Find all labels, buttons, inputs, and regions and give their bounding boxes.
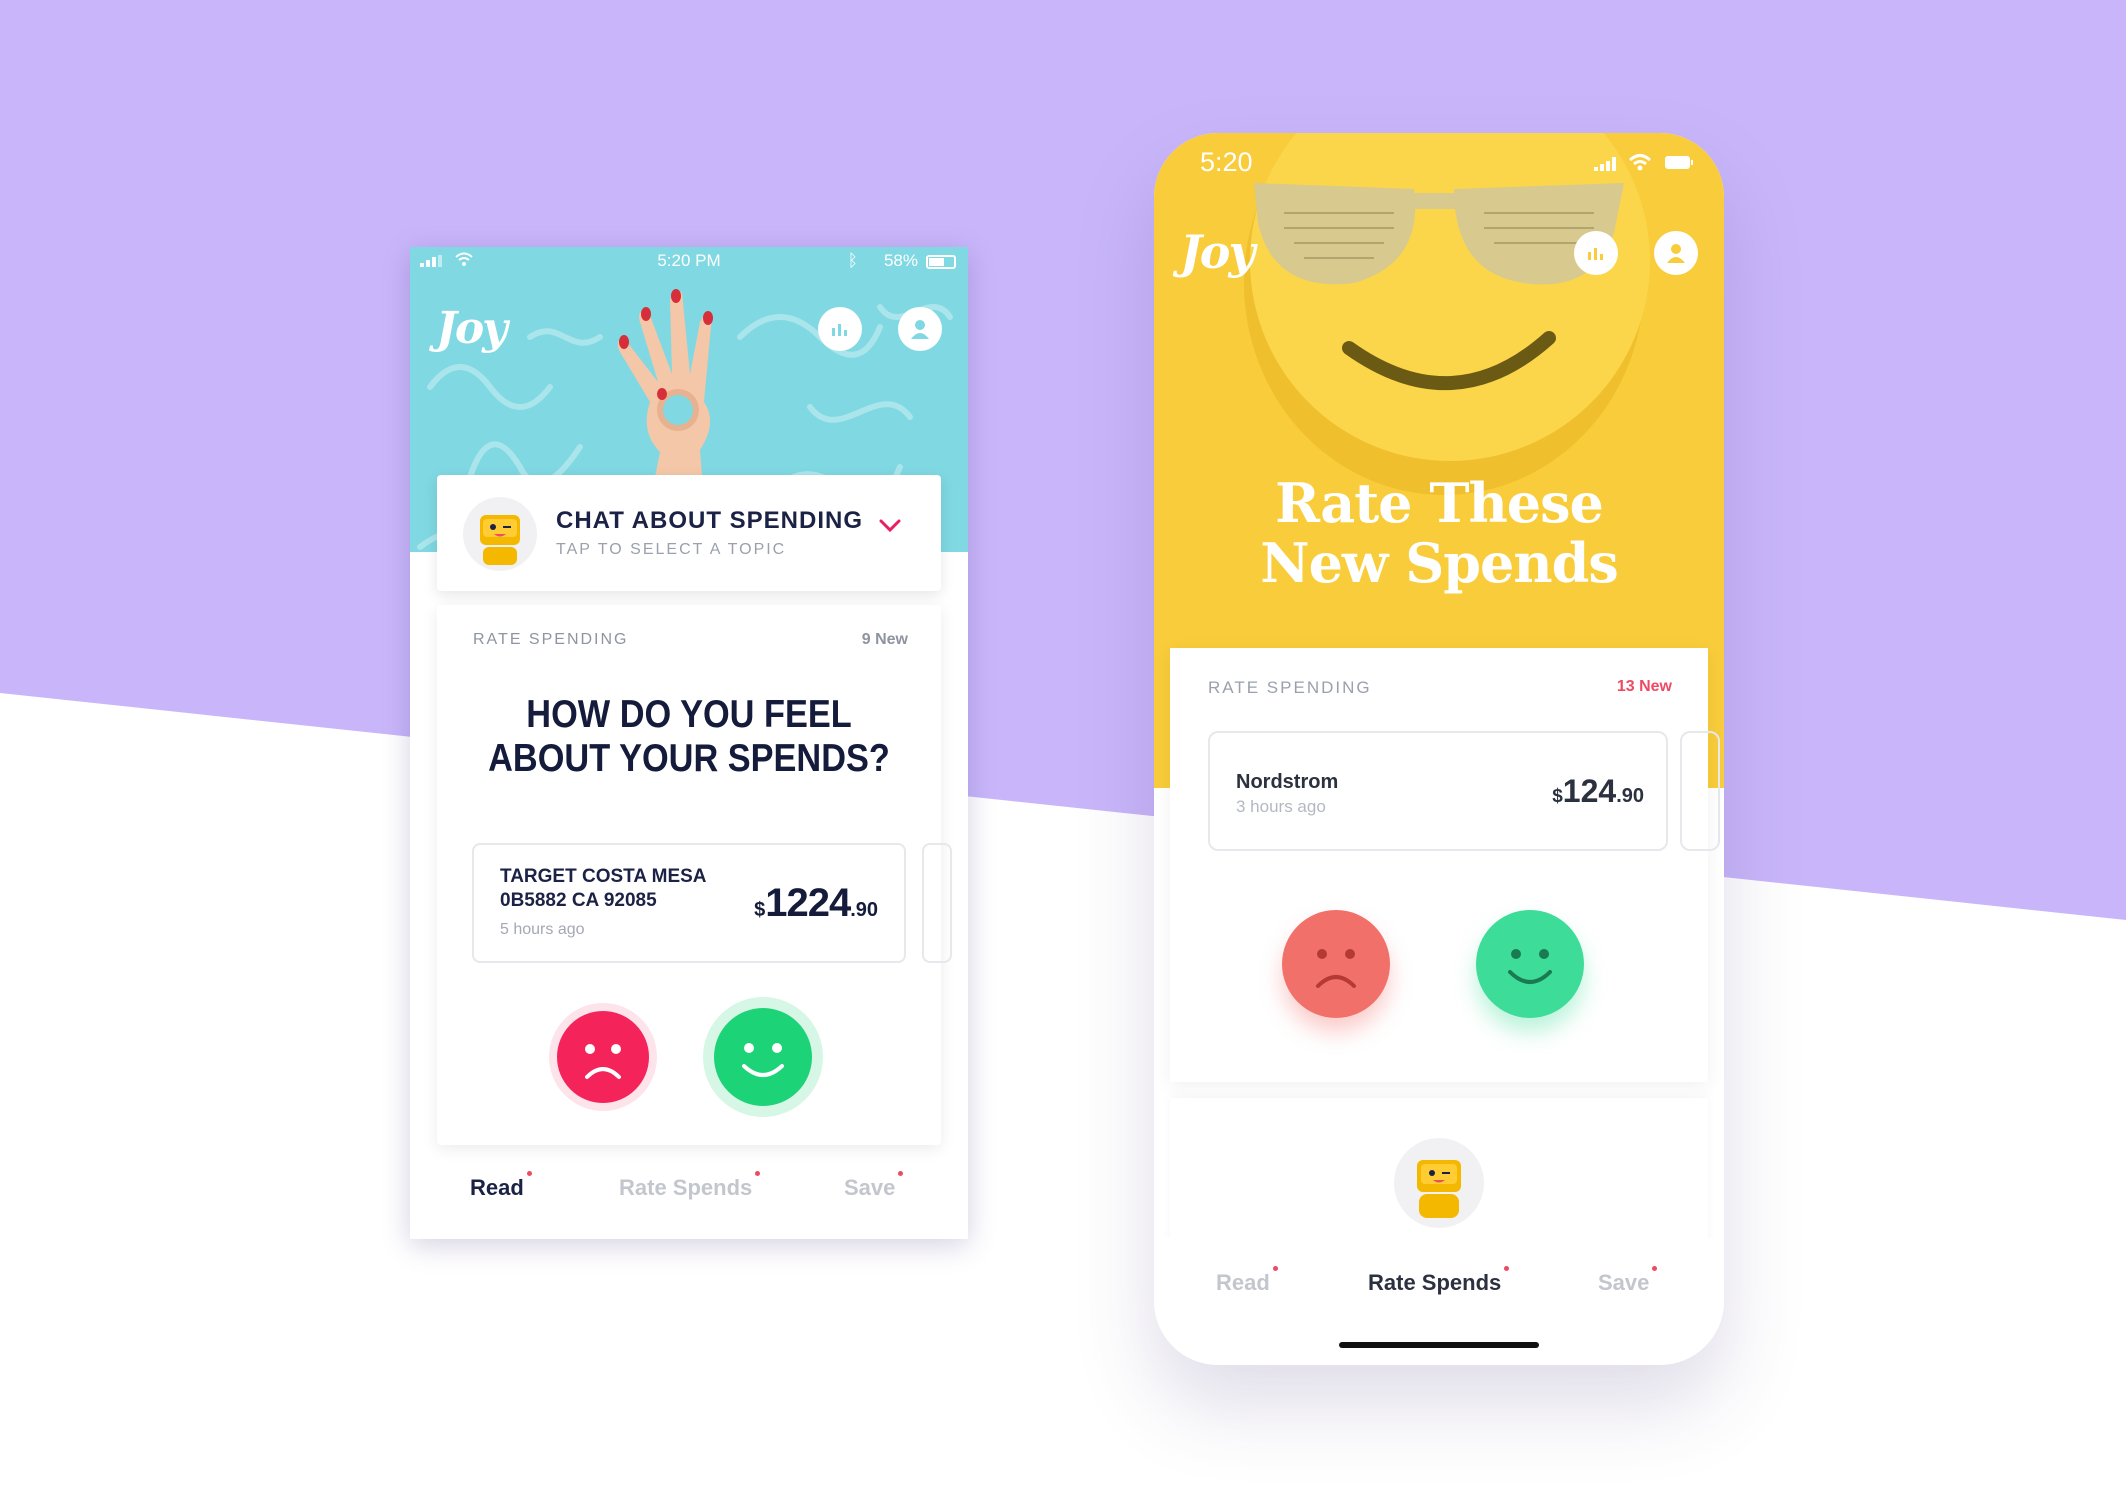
new-count-badge: 13 New: [1616, 678, 1672, 695]
background: [0, 0, 2126, 920]
left-phone-screen: 5:20 PM ᛒ 58% Joy CHAT ABOUT SPENDING TA…: [410, 247, 968, 1239]
amount-whole: 1224: [765, 881, 851, 925]
sad-face-icon: [557, 1011, 649, 1103]
tab-save[interactable]: Save: [844, 1171, 904, 1201]
battery-icon: [926, 255, 956, 269]
status-time: 5:20: [1200, 147, 1253, 177]
amount-cents: .90: [850, 899, 878, 921]
bottom-tab-bar: Read Rate Spends Save: [410, 1171, 968, 1235]
joy-logo: Joy: [1180, 225, 1255, 279]
new-count-badge: 9 New: [861, 631, 908, 648]
tab-read[interactable]: Read: [1216, 1266, 1278, 1296]
battery-icon: [1665, 156, 1693, 169]
spend-item-card[interactable]: Nordstrom 3 hours ago $124.90: [1208, 731, 1668, 851]
notification-dot: [1272, 1266, 1278, 1271]
tab-read-label: Read: [1216, 1270, 1270, 1295]
tab-rate-spends-label: Rate Spends: [619, 1175, 753, 1200]
profile-button[interactable]: [1654, 231, 1698, 275]
happy-rating-button[interactable]: [1476, 910, 1584, 1018]
battery-percent: 58%: [883, 251, 918, 270]
currency-symbol: $: [754, 899, 766, 921]
next-spend-card-peek[interactable]: [1680, 731, 1720, 851]
title-line-2: New Spends: [1260, 531, 1619, 595]
bluetooth-icon: ᛒ: [847, 251, 858, 270]
amount-whole: 124: [1562, 773, 1617, 809]
merchant-name: Nordstrom: [1236, 771, 1339, 793]
sad-rating-button[interactable]: [1282, 910, 1390, 1018]
merchant-line-1: TARGET COSTA MESA: [500, 866, 707, 887]
robot-avatar: [463, 497, 537, 571]
tab-read[interactable]: Read: [470, 1171, 532, 1201]
sad-face-icon: [1282, 910, 1390, 1018]
chat-card: [1170, 1098, 1708, 1248]
chat-subtitle: TAP TO SELECT A TOPIC: [556, 541, 787, 558]
sad-rating-button[interactable]: [549, 1003, 657, 1111]
robot-avatar: [1394, 1138, 1484, 1228]
spend-amount: $1224.90: [754, 881, 878, 926]
notification-dot: [755, 1171, 761, 1176]
question-line-2: ABOUT YOUR SPENDS?: [488, 737, 890, 780]
notification-dot: [1504, 1266, 1510, 1271]
section-label: RATE SPENDING: [473, 631, 629, 648]
spend-time-ago: 5 hours ago: [500, 921, 585, 938]
page-title: Rate These New Spends: [1154, 473, 1724, 593]
rate-question: HOW DO YOU FEEL ABOUT YOUR SPENDS?: [467, 693, 911, 781]
stats-icon: [832, 324, 847, 336]
stats-button[interactable]: [1574, 231, 1618, 275]
tab-save[interactable]: Save: [1598, 1266, 1658, 1296]
notification-dot: [526, 1171, 532, 1176]
happy-face-icon: [1476, 910, 1584, 1018]
right-phone-screen: 5:20 Joy Rate These New Spends RATE SPEN…: [1154, 133, 1724, 1365]
profile-button[interactable]: [898, 307, 942, 351]
profile-icon: [1667, 244, 1685, 263]
spend-time-ago: 3 hours ago: [1236, 797, 1326, 816]
question-line-1: HOW DO YOU FEEL: [526, 693, 852, 736]
currency-symbol: $: [1552, 786, 1563, 807]
merchant-name: TARGET COSTA MESA 0B5882 CA 92085: [500, 865, 720, 913]
chat-topic-selector[interactable]: CHAT ABOUT SPENDING TAP TO SELECT A TOPI…: [437, 475, 941, 591]
chat-title: CHAT ABOUT SPENDING: [556, 507, 863, 534]
joy-logo: Joy: [436, 303, 508, 354]
home-indicator[interactable]: [1339, 1342, 1539, 1348]
bottom-tab-bar: Read Rate Spends Save: [1154, 1238, 1724, 1365]
happy-rating-button[interactable]: [703, 997, 823, 1117]
rate-spending-card: RATE SPENDING 9 New HOW DO YOU FEEL ABOU…: [437, 605, 952, 1145]
amount-cents: .90: [1616, 785, 1644, 807]
tab-rate-spends[interactable]: Rate Spends: [619, 1171, 761, 1201]
robot-icon: [1417, 1160, 1461, 1218]
tab-rate-spends[interactable]: Rate Spends: [1368, 1266, 1510, 1296]
next-spend-card-peek[interactable]: [922, 843, 952, 963]
status-bar: 5:20 PM ᛒ 58%: [410, 247, 968, 275]
section-label: RATE SPENDING: [1208, 678, 1372, 697]
stats-icon: [1588, 248, 1603, 260]
tab-rate-spends-label: Rate Spends: [1368, 1270, 1502, 1295]
title-line-1: Rate These: [1275, 471, 1604, 535]
tab-save-label: Save: [844, 1175, 896, 1200]
wifi-icon: [1628, 154, 1652, 171]
robot-icon: [480, 515, 520, 565]
tab-read-label: Read: [470, 1175, 524, 1200]
happy-face-icon: [714, 1008, 812, 1106]
tab-save-label: Save: [1598, 1270, 1650, 1295]
notification-dot: [1652, 1266, 1658, 1271]
spend-amount: $124.90: [1552, 773, 1644, 810]
merchant-line-2: 0B5882 CA 92085: [500, 890, 657, 911]
notification-dot: [898, 1171, 904, 1176]
rate-spending-card: RATE SPENDING 13 New Nordstrom 3 hours a…: [1170, 648, 1720, 1082]
chevron-down-icon[interactable]: [879, 519, 901, 533]
signal-icon: [1594, 157, 1616, 171]
profile-icon: [911, 320, 929, 339]
stats-button[interactable]: [818, 307, 862, 351]
spend-item-card[interactable]: TARGET COSTA MESA 0B5882 CA 92085 5 hour…: [472, 843, 906, 963]
